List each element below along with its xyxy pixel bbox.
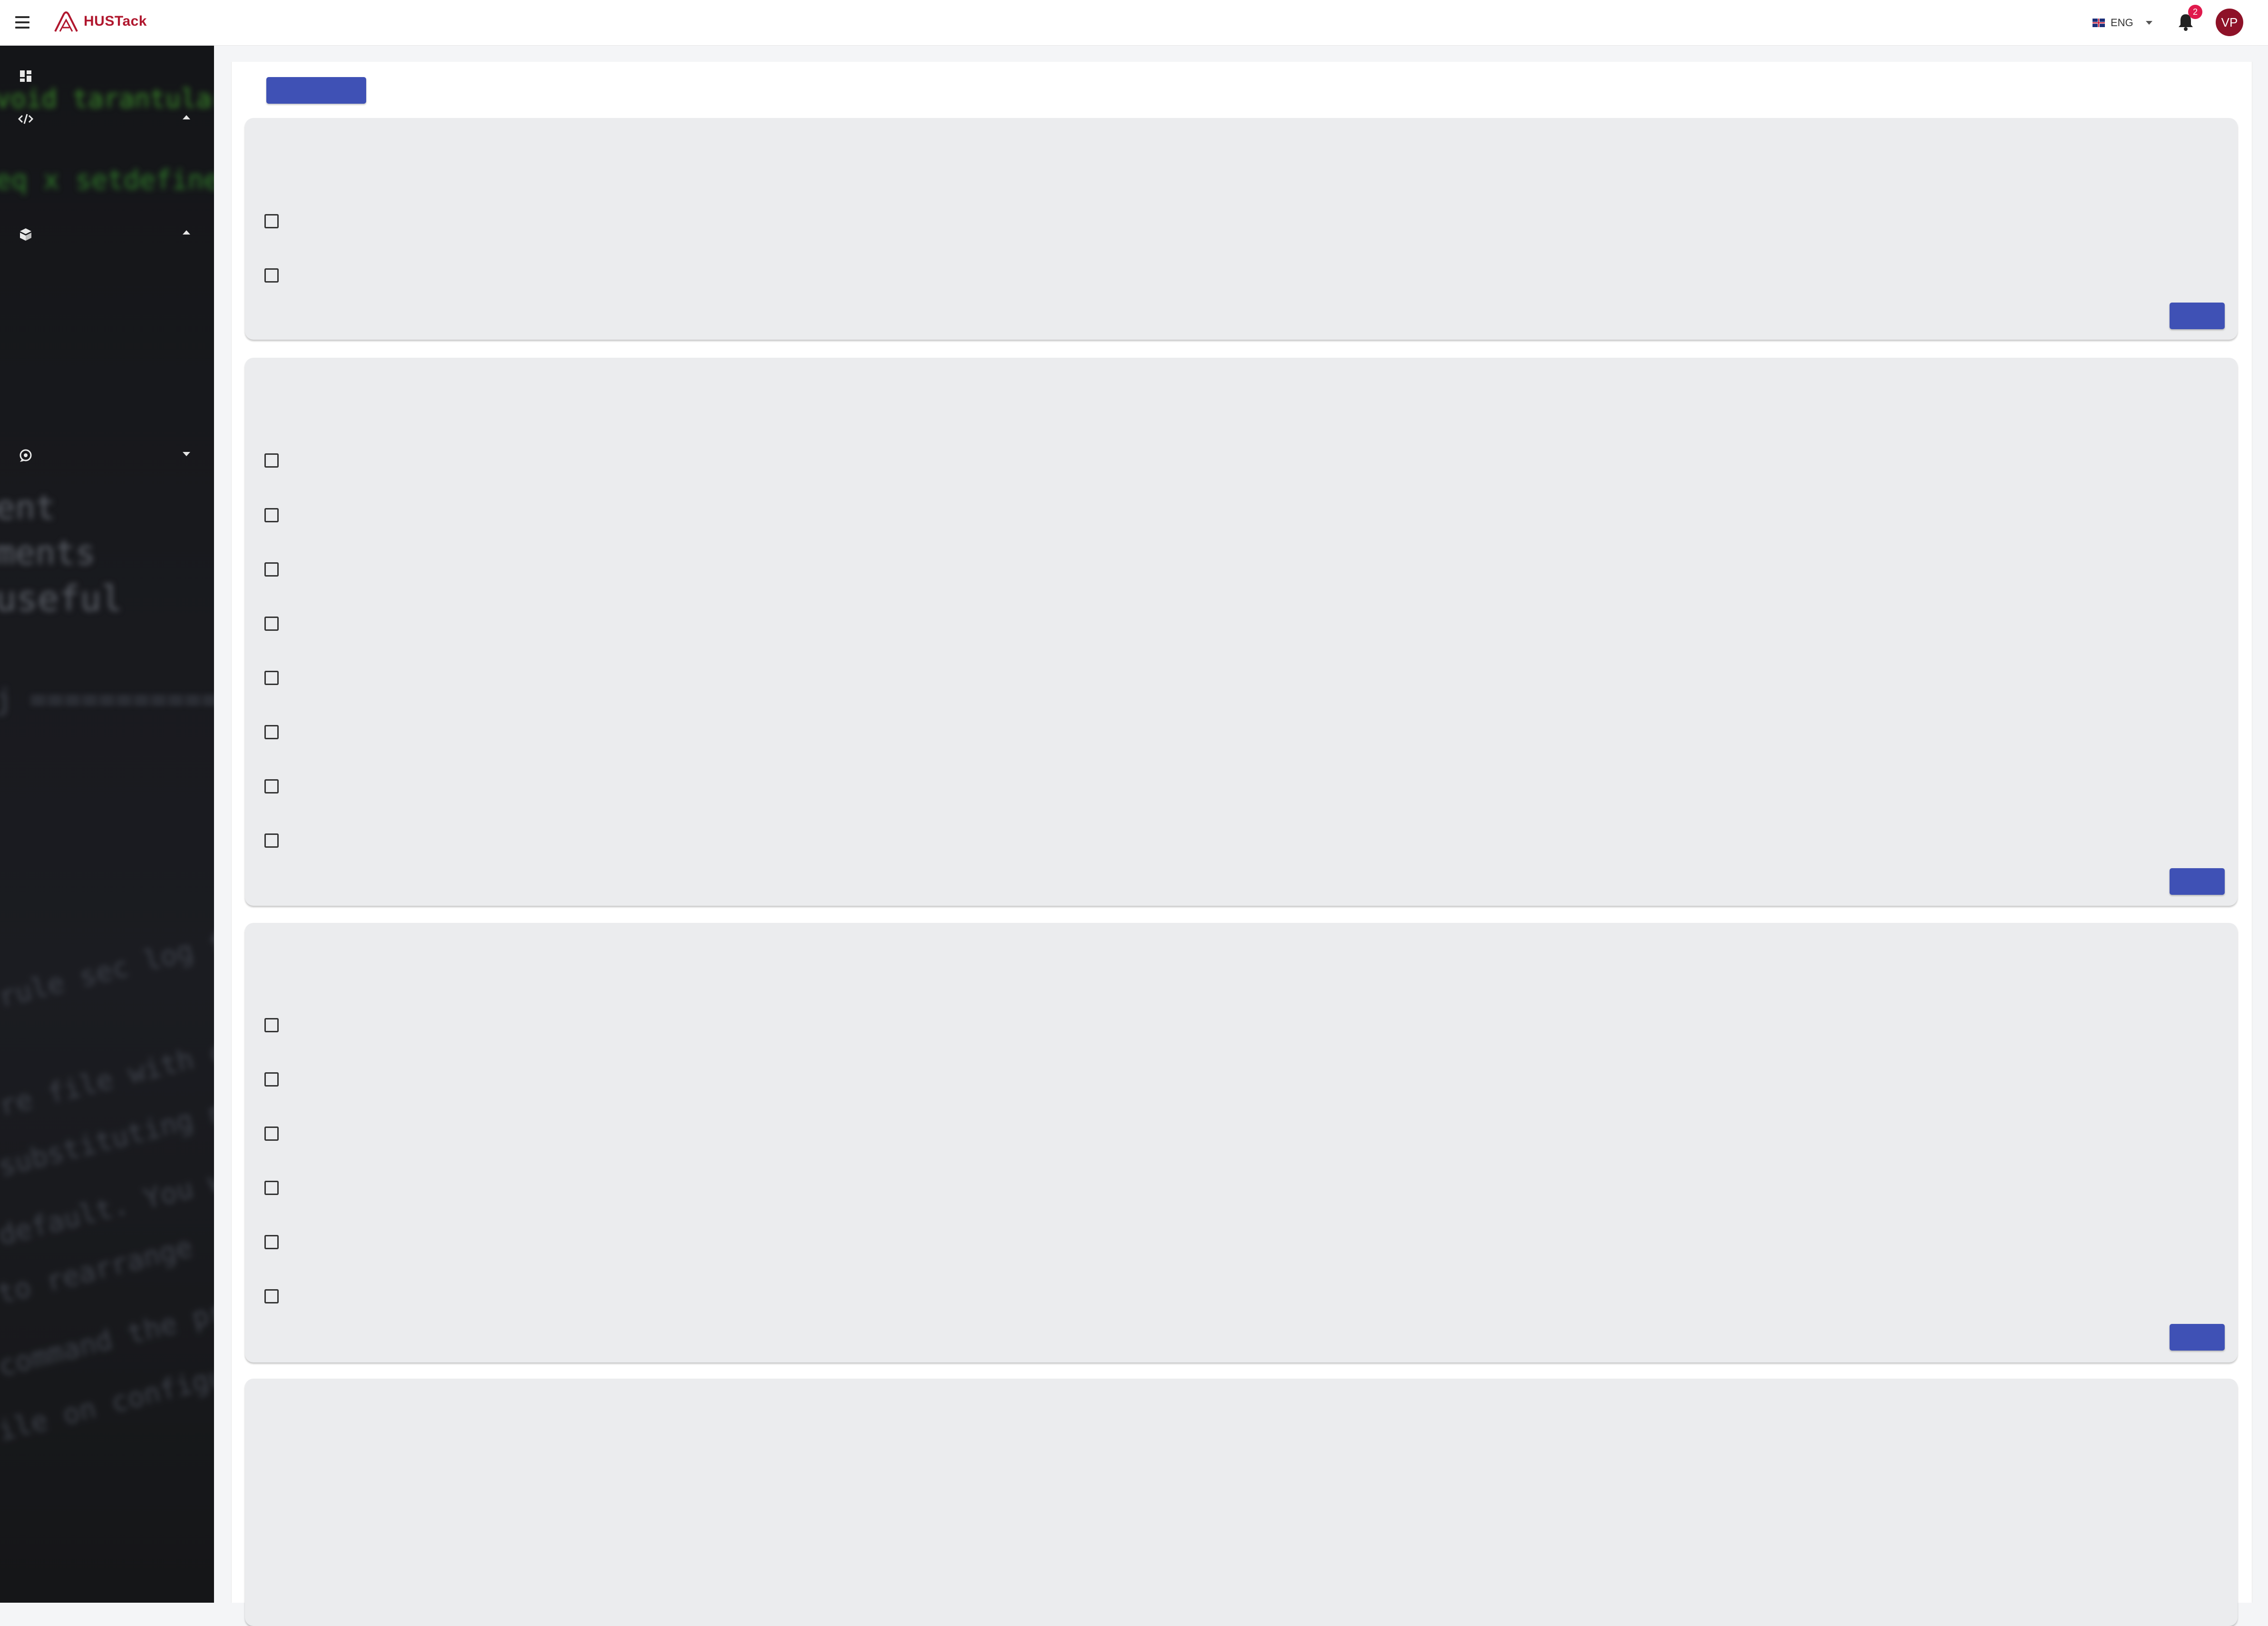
app-name[interactable]: HUSTack: [84, 13, 147, 29]
option-checkbox[interactable]: [264, 1181, 279, 1195]
menu-icon[interactable]: [15, 16, 29, 29]
hustack-logo-icon[interactable]: [53, 11, 79, 33]
chevron-down-icon[interactable]: [183, 452, 190, 456]
option-checkbox[interactable]: [264, 453, 279, 468]
code-icon: [18, 114, 34, 124]
option-checkbox[interactable]: [264, 562, 279, 577]
sidebar-background-decoration: useful: [0, 578, 123, 619]
option-checkbox[interactable]: [264, 1235, 279, 1249]
sidebar-background-decoration: j ================: [0, 683, 214, 716]
question-card: [245, 923, 2238, 1362]
option-checkbox[interactable]: [264, 617, 279, 631]
option-checkbox[interactable]: [264, 1126, 279, 1141]
card-submit-button[interactable]: [2170, 1324, 2225, 1351]
top-app-bar: HUSTack ENG 2 VP: [0, 0, 2268, 46]
language-label: ENG: [2111, 17, 2133, 29]
sidebar-background-decoration: re file with conte: [0, 1018, 214, 1123]
option-checkbox[interactable]: [264, 1289, 279, 1303]
sidebar-item-programming[interactable]: [0, 100, 214, 134]
sidebar-item-education[interactable]: [0, 215, 214, 249]
notification-badge: 2: [2188, 5, 2202, 19]
option-checkbox[interactable]: [264, 1072, 279, 1087]
card-submit-button[interactable]: [2170, 303, 2225, 329]
support-icon: [19, 449, 32, 462]
option-checkbox[interactable]: [264, 779, 279, 793]
option-checkbox[interactable]: [264, 671, 279, 685]
option-checkbox[interactable]: [264, 214, 279, 228]
option-checkbox[interactable]: [264, 725, 279, 739]
question-card: [245, 1379, 2238, 1626]
sidebar-background-decoration: rule sec log fun: [0, 918, 214, 1014]
sidebar-background-decoration: to rearrange: [0, 1230, 196, 1310]
language-selector[interactable]: ENG: [2093, 15, 2152, 30]
chevron-down-icon: [2145, 21, 2152, 25]
option-checkbox[interactable]: [264, 1018, 279, 1032]
primary-action-button[interactable]: [266, 77, 366, 104]
sidebar-background-decoration: ments: [0, 533, 96, 572]
sidebar-item-dashboard[interactable]: [0, 57, 214, 91]
sidebar-background-decoration: substituting nu: [0, 1091, 214, 1183]
option-checkbox[interactable]: [264, 268, 279, 283]
dashboard-icon: [20, 70, 31, 82]
sidebar-item-support[interactable]: [0, 437, 214, 471]
sidebar: void tarantula() eq x setdefine_ne ent m…: [0, 46, 214, 1603]
card-submit-button[interactable]: [2170, 868, 2225, 895]
sidebar-background-decoration: ent: [0, 488, 56, 527]
sidebar-background-decoration: eq x setdefine_ne: [0, 165, 214, 196]
sidebar-background-decoration: default. You wou: [0, 1156, 214, 1252]
sidebar-background-decoration: command the pro: [0, 1291, 214, 1383]
chevron-up-icon[interactable]: [183, 230, 190, 235]
chevron-up-icon[interactable]: [183, 115, 190, 119]
user-avatar[interactable]: VP: [2216, 9, 2243, 36]
question-card: [245, 118, 2238, 340]
sidebar-background-decoration: ile on configu: [0, 1359, 214, 1448]
option-checkbox[interactable]: [264, 833, 279, 848]
uk-flag-icon: [2093, 19, 2105, 27]
option-checkbox[interactable]: [264, 508, 279, 522]
question-card: [245, 358, 2238, 906]
education-icon: [20, 228, 31, 241]
